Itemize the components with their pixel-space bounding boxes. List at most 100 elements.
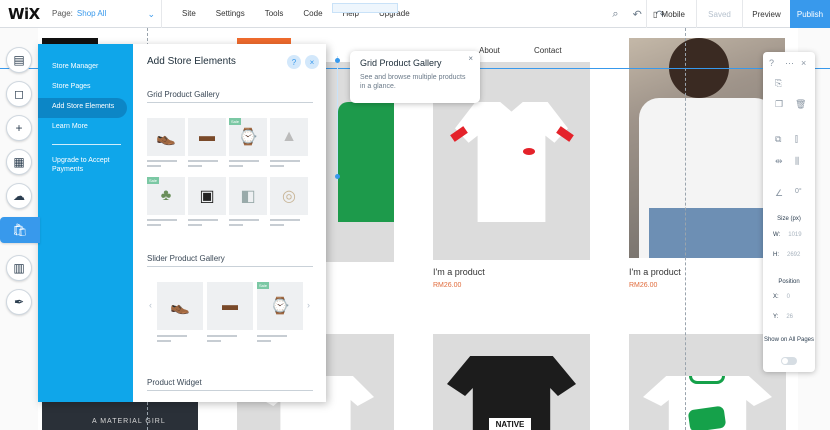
publish-button[interactable]: Publish [790,0,830,28]
help-button[interactable]: ? [287,55,301,69]
thumb-caption [147,219,185,231]
thumb-hoodie[interactable]: ▲ [270,118,308,156]
store-panel-body: Add Store Elements ? × Grid Product Gall… [133,44,326,402]
slider-thumb-shoes[interactable]: 👞 [157,282,203,330]
thumb-caption [270,160,308,172]
sale-badge: Sale [229,118,242,125]
tooltip-description: See and browse multiple products in a gl… [360,74,466,90]
zoom-icon[interactable]: ⌕ [612,8,618,21]
product-name[interactable]: I'm a product [629,267,681,277]
background-button[interactable]: ◻ [6,81,32,107]
plus-icon: + [15,121,23,135]
store-panel-nav: Store Manager Store Pages Add Store Elem… [38,44,133,402]
section-widget-title: Product Widget [147,378,202,387]
ruler-icon[interactable]: ⋯ [785,58,794,69]
thumb-caption [188,160,226,172]
add-button[interactable]: + [6,115,32,141]
nav-store-manager[interactable]: Store Manager [38,58,133,78]
green-tshirt-image [338,102,394,222]
thumb-watch[interactable]: Sale ⌚ [229,118,267,156]
blog-button[interactable]: ✒ [6,289,32,315]
close-icon[interactable]: × [801,58,806,68]
width-field[interactable]: W: 1019 [773,232,802,238]
height-field[interactable]: H: 2692 [773,252,800,258]
product-name[interactable]: I'm a product [433,267,485,277]
match-size-icon[interactable]: ⫼ [795,156,799,167]
wallet-icon: ▬ [199,128,215,145]
section-divider [147,102,313,103]
thumb-rope[interactable]: ◎ [270,177,308,215]
nav-upgrade[interactable]: Upgrade to Accept Payments [38,151,133,179]
delete-icon[interactable]: 🗑 [795,99,806,110]
thumb-frame[interactable]: ▣ [188,177,226,215]
calendar-icon: ▥ [13,261,25,275]
plant-icon: ♣ [160,187,172,204]
page-selector[interactable]: Page: Shop All ⌄ [44,0,162,28]
slider-thumb-watch[interactable]: Sale ⌚ [257,282,303,330]
nav-learn-more[interactable]: Learn More [38,118,133,138]
media-button[interactable]: ☁ [6,183,32,209]
store-button[interactable]: 🛍 [0,217,40,243]
show-all-pages-toggle[interactable] [781,357,797,365]
undo-icon[interactable]: ↶ [633,8,642,21]
tooltip-close-button[interactable]: × [468,54,473,63]
watch-icon: ⌚ [270,298,290,315]
wallet-icon: ▬ [222,297,238,314]
nav-add-store-elements[interactable]: Add Store Elements [38,98,127,118]
nav-store-pages[interactable]: Store Pages [38,78,133,98]
slider-prev-icon[interactable]: ‹ [149,300,152,310]
menu-code[interactable]: Code [303,9,322,18]
page-value: Shop All [76,9,107,18]
sleeve-trim-left [450,126,468,142]
bookings-button[interactable]: ▥ [6,255,32,281]
element-tooltip: Grid Product Gallery See and browse mult… [350,51,480,103]
thumb-perfume[interactable]: ◧ [229,177,267,215]
menu-tools[interactable]: Tools [265,9,284,18]
width-value: 1019 [788,232,802,238]
thumb-caption [147,160,185,172]
panel-title: Add Store Elements [147,56,236,67]
preview-button[interactable]: Preview [742,0,790,28]
x-field[interactable]: X: 0 [773,294,790,300]
shopping-bag-icon: 🛍 [12,223,28,237]
thumb-wallet[interactable]: ▬ [188,118,226,156]
product-photo-model[interactable] [629,38,785,258]
site-nav-about[interactable]: About [479,46,500,55]
help-button[interactable]: ? [769,58,774,68]
site-nav-contact[interactable]: Contact [534,46,562,55]
rotation-value[interactable]: 0° [795,188,802,195]
ruler-handle[interactable] [332,3,398,13]
menu-site[interactable]: Site [182,9,196,18]
y-value: 26 [786,314,794,320]
arrange-icon[interactable]: ⧉ [775,134,781,145]
collar-trim [689,376,725,384]
section-divider [147,266,313,267]
menus-pages-button[interactable]: ▤ [6,47,32,73]
section-grid-title: Grid Product Gallery [147,90,220,99]
rotate-icon[interactable]: ∠ [775,188,783,199]
slider-thumb-wallet[interactable]: ▬ [207,282,253,330]
shoe-icon: 👞 [170,298,190,315]
y-field[interactable]: Y: 26 [773,314,793,320]
slider-next-icon[interactable]: › [307,300,310,310]
product-tile-black-tee[interactable]: NATIVE [433,334,590,430]
frame-icon: ▣ [199,188,215,205]
add-apps-button[interactable]: ▦ [6,149,32,175]
distribute-icon[interactable]: ⇹ [775,156,783,167]
copy-icon[interactable]: ⎘ [775,78,782,89]
thumb-cactus[interactable]: Sale ♣ [147,177,185,215]
thumb-shoes[interactable]: 👞 [147,118,185,156]
sale-badge: Sale [147,177,160,184]
mobile-view-button[interactable]: ▯ Mobile [646,0,685,28]
align-icon[interactable]: ⫿ [795,134,798,145]
section-divider [147,390,313,391]
menu-settings[interactable]: Settings [216,9,245,18]
product-price: RM26.00 [629,282,658,289]
banner-text: A MATERIAL GIRL [92,418,166,425]
duplicate-icon[interactable]: ❐ [775,99,783,110]
shoe-icon: 👞 [156,129,176,146]
pages-icon: ▤ [13,53,25,67]
sale-badge: Sale [257,282,270,289]
close-button[interactable]: × [305,55,319,69]
x-label: X: [773,294,779,300]
